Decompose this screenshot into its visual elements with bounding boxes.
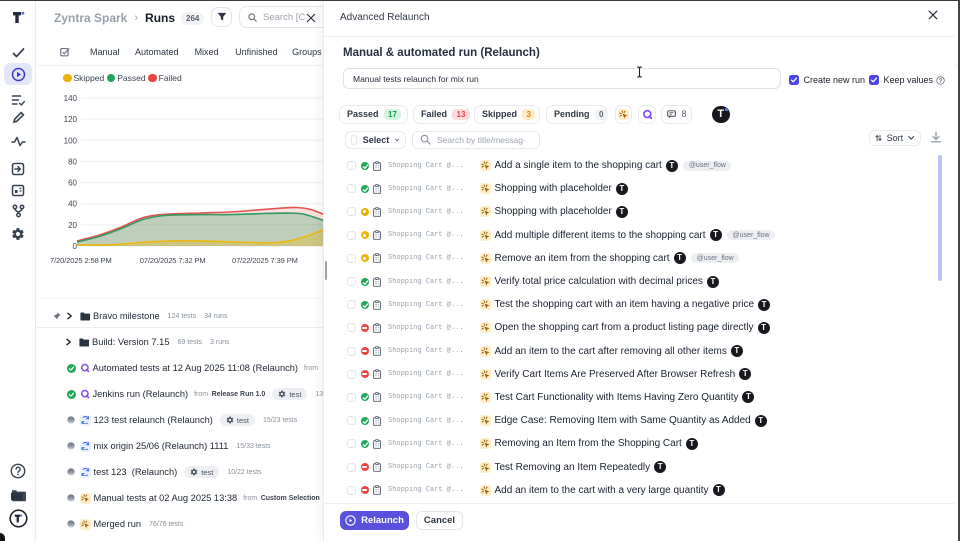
svg-text:120: 120 <box>64 115 78 124</box>
svg-text:7/20/2025 2:58 PM: 7/20/2025 2:58 PM <box>50 256 112 265</box>
svg-text:100: 100 <box>64 136 78 145</box>
svg-text:07/20/2025 7:32 PM: 07/20/2025 7:32 PM <box>140 256 206 265</box>
svg-text:140: 140 <box>64 94 78 103</box>
svg-text:20: 20 <box>68 221 77 230</box>
svg-text:07/22/2025 7:39 PM: 07/22/2025 7:39 PM <box>232 256 298 265</box>
svg-text:80: 80 <box>68 157 77 166</box>
svg-text:60: 60 <box>68 179 77 188</box>
svg-text:0: 0 <box>73 242 78 251</box>
svg-text:40: 40 <box>68 200 77 209</box>
